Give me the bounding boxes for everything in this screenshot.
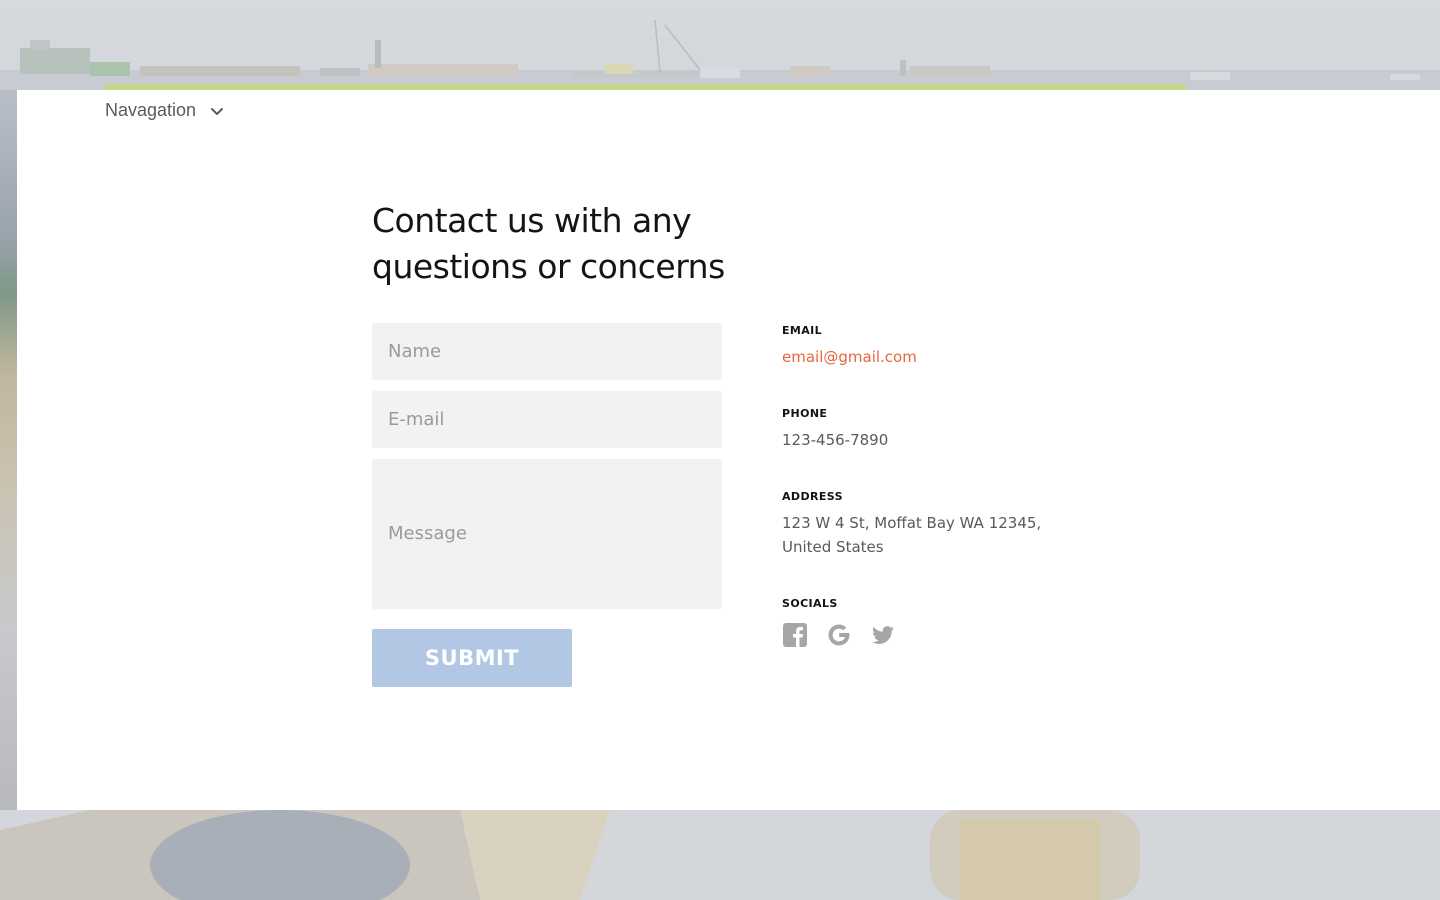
- contact-panel: Navagation Contact us with any questions…: [17, 90, 1440, 810]
- phone-value: 123-456-7890: [782, 431, 889, 449]
- social-links: [782, 622, 1082, 648]
- address-label: ADDRESS: [782, 490, 843, 503]
- phone-info: PHONE 123-456-7890: [782, 407, 1082, 452]
- message-field[interactable]: [372, 459, 722, 609]
- navigation-dropdown[interactable]: Navagation: [105, 100, 224, 121]
- submit-button[interactable]: SUBMIT: [372, 629, 572, 687]
- email-label: EMAIL: [782, 324, 823, 337]
- address-line-1: 123 W 4 St, Moffat Bay WA 12345,: [782, 514, 1042, 532]
- twitter-icon[interactable]: [870, 622, 896, 648]
- harbor-skyline: [0, 19, 1440, 92]
- socials-label: SOCIALS: [782, 597, 838, 610]
- background-photo-bottom: [0, 810, 1440, 900]
- google-icon[interactable]: [826, 622, 852, 648]
- name-field[interactable]: [372, 323, 722, 380]
- socials-info: SOCIALS: [782, 597, 1082, 648]
- email-field[interactable]: [372, 391, 722, 448]
- phone-label: PHONE: [782, 407, 828, 420]
- email-link[interactable]: email@gmail.com: [782, 348, 917, 366]
- page-title: Contact us with any questions or concern…: [372, 201, 725, 286]
- background-photo-edge: [0, 90, 17, 810]
- chevron-down-icon: [211, 107, 224, 115]
- email-info: EMAIL email@gmail.com: [782, 324, 1082, 369]
- address-line-2: United States: [782, 538, 884, 556]
- facebook-icon[interactable]: [782, 622, 808, 648]
- address-info: ADDRESS 123 W 4 St, Moffat Bay WA 12345,…: [782, 490, 1082, 559]
- navigation-label: Navagation: [105, 100, 197, 120]
